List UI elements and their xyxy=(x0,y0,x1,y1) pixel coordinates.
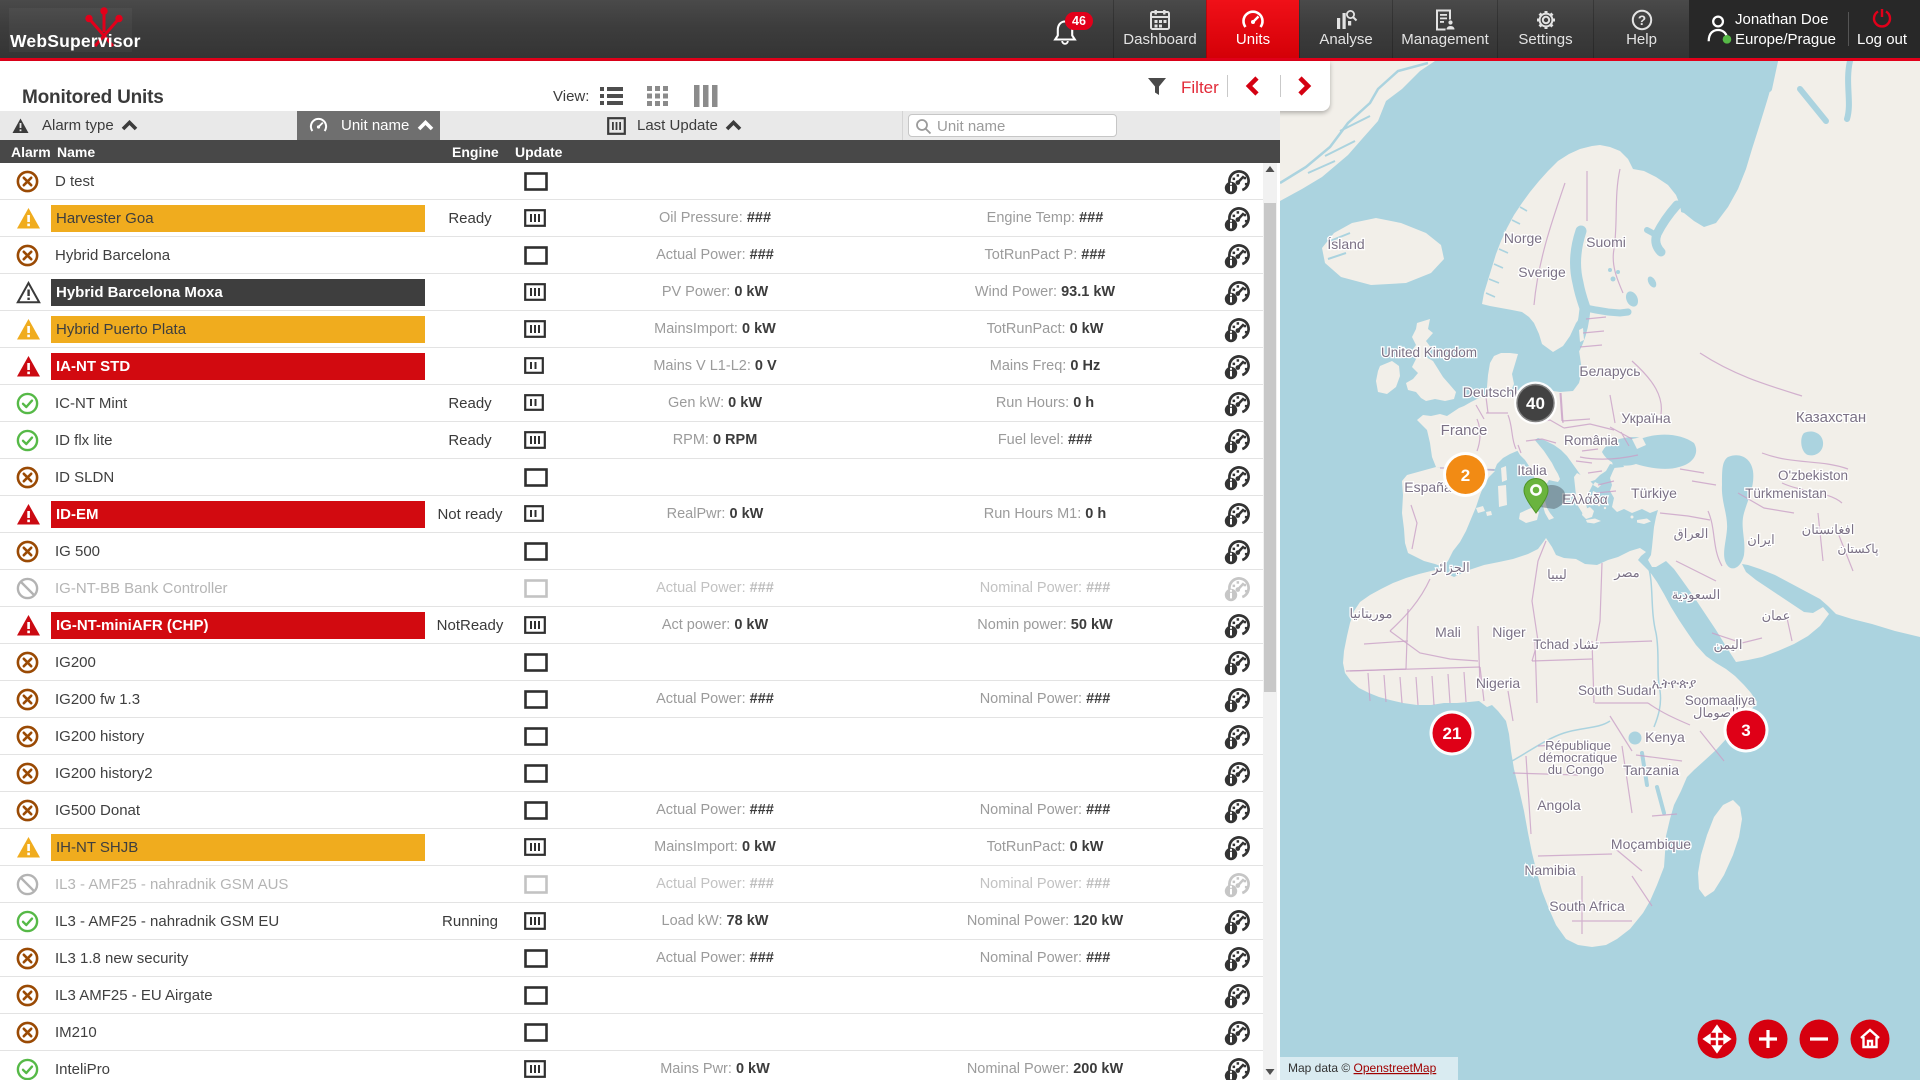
svg-text:Angola: Angola xyxy=(1537,797,1581,813)
svg-text:Nigeria: Nigeria xyxy=(1476,675,1521,691)
svg-text:South Sudan: South Sudan xyxy=(1578,683,1656,698)
svg-text:?: ? xyxy=(1637,13,1645,28)
svg-text:السعودية: السعودية xyxy=(1672,587,1721,603)
svg-text:ኢትዮጵያ: ኢትዮጵያ xyxy=(1652,676,1697,691)
svg-text:Norge: Norge xyxy=(1504,230,1542,246)
svg-text:du Congo: du Congo xyxy=(1548,762,1604,777)
svg-text:France: France xyxy=(1441,422,1488,439)
svg-text:مصر: مصر xyxy=(1613,565,1639,581)
svg-text:Ísland: Ísland xyxy=(1327,236,1364,252)
svg-text:ليبيا: ليبيا xyxy=(1547,567,1567,582)
svg-text:الجزائر: الجزائر xyxy=(1431,560,1470,576)
svg-text:Deutschl: Deutschl xyxy=(1463,384,1517,400)
svg-text:România: România xyxy=(1564,433,1619,448)
svg-text:Tchad تشاد: Tchad تشاد xyxy=(1533,637,1599,652)
svg-text:Türkmenistan: Türkmenistan xyxy=(1745,486,1827,501)
svg-text:Kenya: Kenya xyxy=(1645,729,1685,745)
svg-text:Map data © OpenstreetMap: Map data © OpenstreetMap xyxy=(1288,1061,1437,1075)
svg-text:افغانستان: افغانستان xyxy=(1802,522,1855,537)
svg-text:Mali: Mali xyxy=(1435,624,1461,640)
svg-text:Suomi: Suomi xyxy=(1586,234,1626,250)
svg-text:United Kingdom: United Kingdom xyxy=(1381,345,1477,360)
svg-text:Беларусь: Беларусь xyxy=(1579,363,1640,379)
svg-text:Namibia: Namibia xyxy=(1524,862,1576,878)
svg-text:21: 21 xyxy=(1443,724,1462,743)
svg-text:Türkiye: Türkiye xyxy=(1631,485,1677,501)
svg-text:ايران: ايران xyxy=(1747,532,1775,548)
svg-text:Ελλάδα: Ελλάδα xyxy=(1562,492,1608,507)
svg-text:2: 2 xyxy=(1461,466,1470,485)
svg-text:العراق: العراق xyxy=(1674,526,1709,542)
svg-text:O'zbekiston: O'zbekiston xyxy=(1778,468,1848,483)
svg-text:Tanzania: Tanzania xyxy=(1623,762,1679,778)
svg-text:Moçambique: Moçambique xyxy=(1611,836,1691,852)
svg-text:Україна: Україна xyxy=(1621,410,1671,426)
svg-text:اليمن: اليمن xyxy=(1714,637,1743,653)
svg-text:3: 3 xyxy=(1741,721,1750,740)
svg-text:South Africa: South Africa xyxy=(1549,898,1625,914)
svg-text:Казахстан: Казахстан xyxy=(1796,409,1866,426)
svg-text:Italia: Italia xyxy=(1517,462,1547,478)
svg-text:40: 40 xyxy=(1526,394,1545,413)
svg-text:Sverige: Sverige xyxy=(1518,264,1566,280)
svg-text:عمان: عمان xyxy=(1762,608,1791,623)
svg-text:موريتانيا: موريتانيا xyxy=(1350,606,1393,622)
svg-text:پاکستان: پاکستان xyxy=(1837,542,1879,557)
svg-text:Niger: Niger xyxy=(1492,624,1526,640)
